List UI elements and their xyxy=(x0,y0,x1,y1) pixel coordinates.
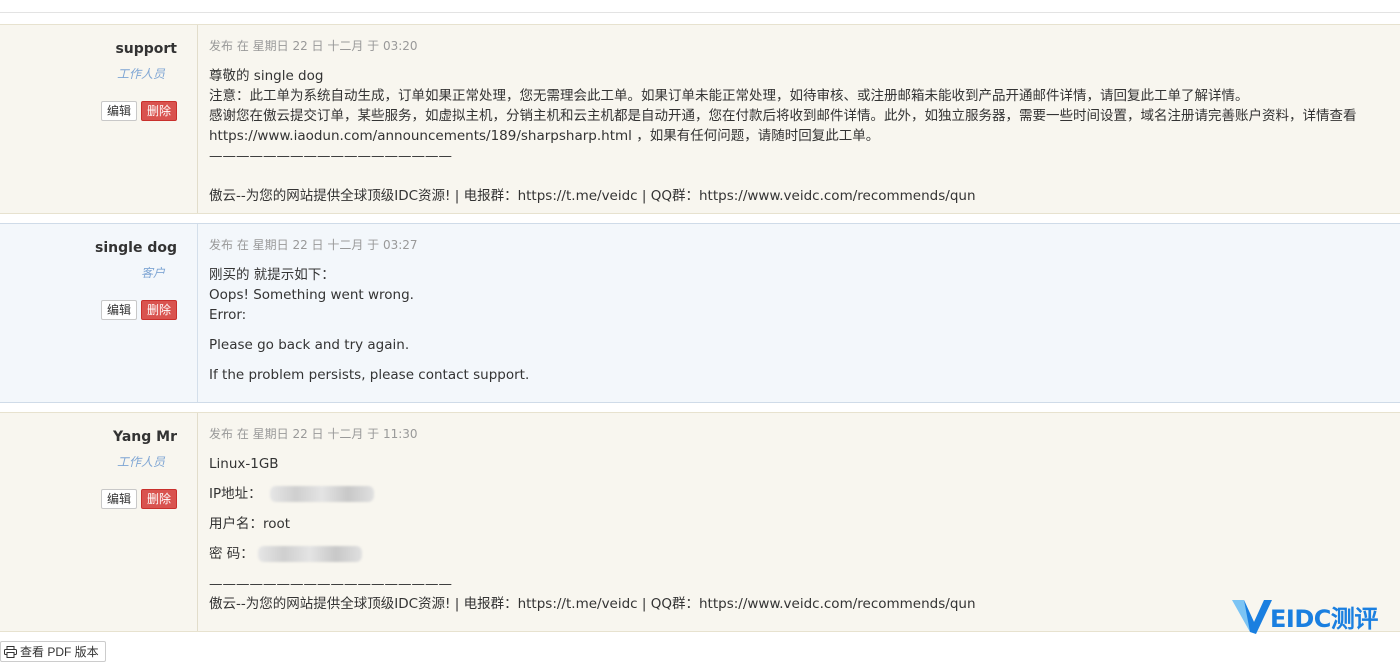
message-line: 傲云--为您的网站提供全球顶级IDC资源! | 电报群：https://t.me… xyxy=(209,188,976,204)
reply-author-name: single dog xyxy=(95,240,177,256)
reply-author-name: support xyxy=(115,41,177,57)
watermark-text: EIDC测评 xyxy=(1270,604,1378,633)
reply-actions: 编辑 删除 xyxy=(100,489,177,509)
edit-button[interactable]: 编辑 xyxy=(100,300,137,320)
message-line xyxy=(209,166,1400,186)
reply-body: 发布 在 星期日 22 日 十二月 于 03:27 刚买的 就提示如下： Oop… xyxy=(198,224,1400,402)
redacted-ip xyxy=(269,486,374,502)
reply-author-role: 客户 xyxy=(140,266,165,280)
reply-author-role: 工作人员 xyxy=(116,455,165,469)
redacted-password xyxy=(258,546,363,562)
reply-author-name: Yang Mr xyxy=(113,429,177,445)
top-divider xyxy=(0,0,1400,13)
edit-button[interactable]: 编辑 xyxy=(100,101,137,121)
reply-date: 发布 在 星期日 22 日 十二月 于 11:30 xyxy=(209,427,418,441)
message-line: 傲云--为您的网站提供全球顶级IDC资源! | 电报群：https://t.me… xyxy=(209,596,976,612)
message-line: 尊敬的 single dog xyxy=(209,68,324,84)
reply-actions: 编辑 删除 xyxy=(100,300,177,320)
message-line: 感谢您在傲云提交订单，某些服务，如虚拟主机，分销主机和云主机都是自动开通，您在付… xyxy=(209,108,1357,124)
message-line: 注意：此工单为系统自动生成，订单如果正常处理，您无需理会此工单。如果订单未能正常… xyxy=(209,88,1249,104)
reply-author-role: 工作人员 xyxy=(116,67,165,81)
message-line: https://www.iaodun.com/announcements/189… xyxy=(209,128,880,144)
reply-body: 发布 在 星期日 22 日 十二月 于 11:30 Linux-1GB IP地址… xyxy=(198,413,1400,631)
reply-date: 发布 在 星期日 22 日 十二月 于 03:20 xyxy=(209,39,418,53)
reply-author-panel: Yang Mr 工作人员 编辑 删除 xyxy=(0,413,198,631)
ticket-reply-staff: Yang Mr 工作人员 编辑 删除 发布 在 星期日 22 日 十二月 于 1… xyxy=(0,412,1400,632)
password-label: 密 码： xyxy=(209,546,254,562)
reply-author-panel: support 工作人员 编辑 删除 xyxy=(0,25,198,213)
message-line: IP地址： xyxy=(209,484,1400,504)
view-pdf-label: 查看 PDF 版本 xyxy=(20,645,99,659)
delete-button[interactable]: 删除 xyxy=(140,101,177,121)
ticket-reply-client: single dog 客户 编辑 删除 发布 在 星期日 22 日 十二月 于 … xyxy=(0,223,1400,403)
veidc-v-logo-icon xyxy=(1232,600,1272,634)
view-pdf-button[interactable]: 查看 PDF 版本 xyxy=(0,641,106,662)
message-line: —————————————————— xyxy=(209,148,452,164)
message-line: 刚买的 就提示如下： xyxy=(209,267,335,283)
reply-message: Linux-1GB IP地址： 用户名：root 密 码： ——————————… xyxy=(209,454,1400,614)
printer-icon xyxy=(4,645,17,658)
reply-message: 刚买的 就提示如下： Oops! Something went wrong. E… xyxy=(209,265,1400,385)
message-line: Linux-1GB xyxy=(209,456,279,472)
edit-button[interactable]: 编辑 xyxy=(100,489,137,509)
delete-button[interactable]: 删除 xyxy=(140,489,177,509)
ticket-reply-support: support 工作人员 编辑 删除 发布 在 星期日 22 日 十二月 于 0… xyxy=(0,24,1400,214)
reply-body: 发布 在 星期日 22 日 十二月 于 03:20 尊敬的 single dog… xyxy=(198,25,1400,213)
delete-button[interactable]: 删除 xyxy=(140,300,177,320)
message-line: 密 码： xyxy=(209,544,1400,564)
reply-date: 发布 在 星期日 22 日 十二月 于 03:27 xyxy=(209,238,418,252)
reply-actions: 编辑 删除 xyxy=(100,101,177,121)
reply-author-panel: single dog 客户 编辑 删除 xyxy=(0,224,198,402)
message-line: —————————————————— xyxy=(209,576,452,592)
message-line: Error: xyxy=(209,307,247,323)
watermark: EIDC测评 xyxy=(1230,596,1378,636)
message-line: Oops! Something went wrong. xyxy=(209,287,414,303)
ip-label: IP地址： xyxy=(209,486,262,502)
message-line: 用户名：root xyxy=(209,516,291,532)
message-line: Please go back and try again. xyxy=(209,337,410,353)
reply-message: 尊敬的 single dog 注意：此工单为系统自动生成，订单如果正常处理，您无… xyxy=(209,66,1400,206)
message-line: If the problem persists, please contact … xyxy=(209,367,530,383)
